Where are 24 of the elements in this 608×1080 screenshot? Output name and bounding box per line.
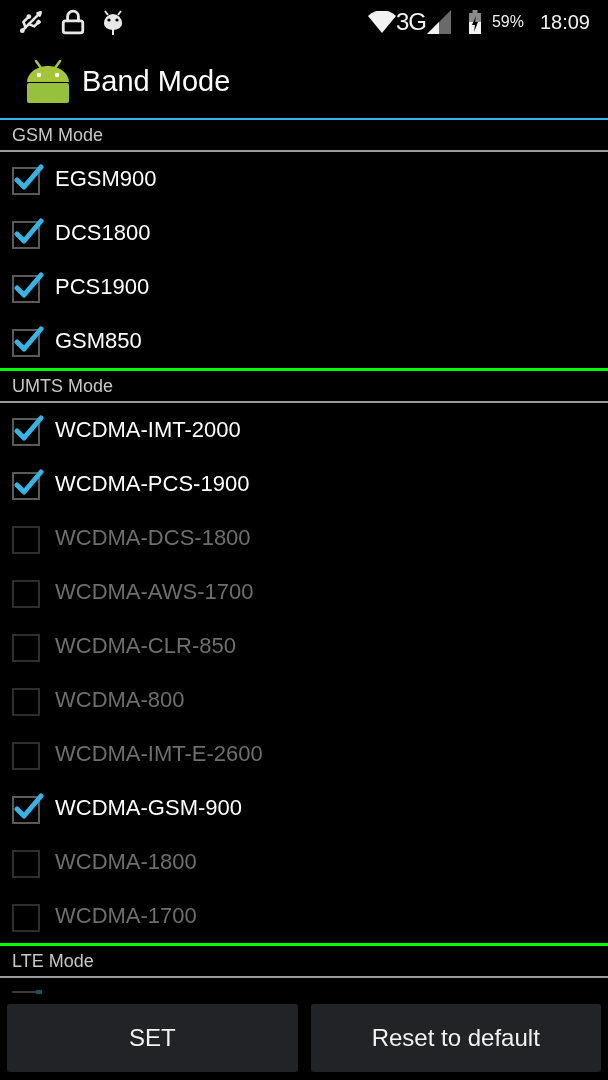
clock-time: 18:09 — [539, 12, 590, 32]
band-label[interactable]: PCS1900 — [55, 276, 150, 298]
wifi-icon — [367, 11, 396, 33]
battery-percentage: 59% — [491, 14, 524, 30]
usb-icon — [18, 9, 44, 35]
android-robot-icon — [26, 59, 70, 103]
battery-charging-icon — [468, 10, 481, 34]
lock-icon — [60, 9, 86, 35]
network-type: 3G — [395, 10, 426, 34]
band-label[interactable]: WCDMA-PCS-1900 — [55, 473, 250, 495]
band-label[interactable]: DCS1800 — [55, 222, 151, 244]
section-header: UMTS Mode — [12, 377, 114, 395]
band-label[interactable]: WCDMA-IMT-2000 — [55, 419, 241, 441]
signal-icon — [426, 10, 451, 34]
screen-title: Band Mode — [82, 66, 231, 96]
band-label[interactable]: EGSM900 — [55, 168, 157, 190]
action-button[interactable]: Reset to default — [310, 1004, 601, 1072]
action-button[interactable]: SET — [7, 1004, 298, 1072]
section-header: GSM Mode — [12, 126, 104, 144]
bug-robot-icon — [102, 9, 124, 35]
band-label[interactable]: GSM850 — [55, 330, 142, 352]
band-label[interactable]: WCDMA-GSM-900 — [55, 797, 242, 819]
section-header: LTE Mode — [12, 952, 94, 970]
partial-checkbox-icon — [12, 990, 42, 994]
